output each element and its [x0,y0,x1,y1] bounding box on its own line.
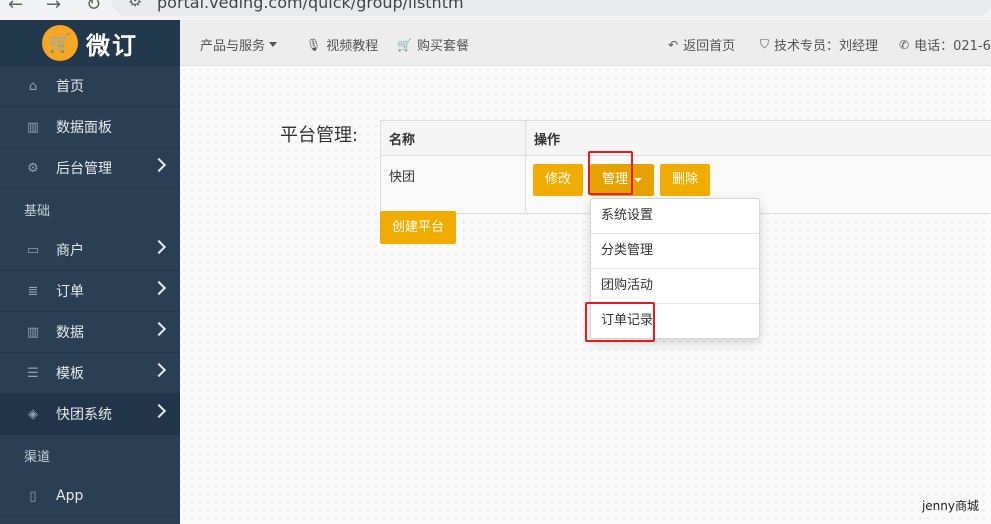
browser-address-bar: ← → ↻ ⚙ portal.veding.com/quick/group/li… [0,0,991,21]
watermark-text: jenny商城 [921,499,979,513]
list-icon: ≣ [27,283,39,299]
tablet-icon: ▯ [29,488,37,504]
sidebar-item-label: App [56,488,84,504]
sidebar-item-orders[interactable]: ≣ 订单 [0,271,180,312]
dropbox-icon: ◈ [28,406,38,422]
sidebar-item-label: 后台管理 [56,161,112,177]
gears-icon: ⚙ [27,160,39,176]
main-content: 平台管理: 名称 操作 快团 修改 管理 删除 创建平台 系统设置 分类管理 团… [180,66,991,524]
chevron-right-icon [151,403,167,419]
menu-item-group-buy-activities[interactable]: 团购活动 [591,269,759,304]
menu-item-system-settings[interactable]: 系统设置 [591,199,759,234]
site-info-icon[interactable]: ⚙ [128,0,142,10]
bar-chart-icon: ▥ [26,324,40,340]
sidebar: 🛒 微订 ⌂ 首页 ▥ 数据面板 ⚙ 后台管理 基础 ▭ 商户 ≣ 订单 ▥ 数… [0,20,180,524]
sidebar-item-label: 数据面板 [56,120,112,136]
chevron-right-icon [151,239,167,255]
reload-icon[interactable]: ↻ [86,0,101,15]
caret-down-icon [269,42,278,47]
sidebar-item-label: 快团系统 [56,407,112,423]
page-title: 平台管理: [280,125,359,146]
top-navbar: 产品与服务 🎙 视频教程 🛒 购买套餐 ↶ 返回首页 ⛉ 技术专员：刘经理 ✆ … [180,20,991,66]
chevron-right-icon [151,157,167,173]
delete-button[interactable]: 删除 [660,164,711,196]
platform-name-cell: 快团 [380,155,526,214]
tech-support-label: 技术专员：刘经理 [774,39,879,54]
sidebar-item-data[interactable]: ▥ 数据 [0,312,180,353]
bar-chart-icon: ▥ [26,119,40,135]
menu-item-category-management[interactable]: 分类管理 [591,234,759,269]
reply-arrow-icon: ↶ [668,37,679,52]
caret-down-icon [634,177,643,182]
create-platform-button[interactable]: 创建平台 [380,211,457,244]
home-icon: ⌂ [28,78,38,94]
chevron-right-icon [151,280,167,296]
sidebar-item-label: 商户 [56,243,84,259]
microphone-icon: 🎙 [306,37,322,52]
back-home-label: 返回首页 [683,39,736,54]
logo-text: 微订 [86,31,138,60]
sidebar-item-merchants[interactable]: ▭ 商户 [0,230,180,271]
tech-support-info: ⛉ 技术专员：刘经理 [760,35,878,54]
buy-package-link[interactable]: 🛒 购买套餐 [397,35,469,55]
back-arrow-icon[interactable]: ← [8,0,23,15]
logo-cart-icon: 🛒 [42,25,78,61]
shield-icon: ⛉ [760,37,770,51]
video-tutorials-link[interactable]: 🎙 视频教程 [306,35,379,55]
sidebar-item-group-buy-system[interactable]: ◈ 快团系统 [0,394,180,435]
sidebar-item-label: 模板 [56,366,84,382]
sidebar-item-label: 订单 [56,284,84,300]
back-home-link[interactable]: ↶ 返回首页 [668,35,736,55]
highlight-box-manage [588,151,633,195]
phone-info: ✆ 电话：021-6 [899,35,991,55]
sidebar-item-home[interactable]: ⌂ 首页 [0,66,180,107]
cart-icon: 🛒 [397,37,412,52]
products-menu[interactable]: 产品与服务 [200,35,278,54]
column-header-name: 名称 [380,120,526,156]
logo[interactable]: 🛒 微订 [0,20,180,66]
sidebar-item-templates[interactable]: ☰ 模板 [0,353,180,394]
sidebar-item-label: 首页 [56,79,84,95]
sidebar-item-dashboard[interactable]: ▥ 数据面板 [0,107,180,148]
buy-package-label: 购买套餐 [416,39,469,54]
edit-button[interactable]: 修改 [533,164,584,196]
sidebar-item-app[interactable]: ▯ App [0,476,180,517]
table-header-row: 名称 操作 [380,120,991,156]
products-menu-label: 产品与服务 [200,39,266,54]
chevron-right-icon [151,321,167,337]
sidebar-section-channels: 渠道 [24,450,51,465]
list-bullets-icon: ☰ [27,365,39,381]
sidebar-item-admin[interactable]: ⚙ 后台管理 [0,148,180,189]
phone-icon: ✆ [899,37,910,52]
forward-arrow-icon[interactable]: → [46,0,61,15]
chevron-right-icon [151,362,167,378]
laptop-icon: ▭ [26,242,40,258]
url-text[interactable]: portal.veding.com/quick/group/listhtm [157,0,464,12]
sidebar-section-basic: 基础 [24,204,51,219]
sidebar-item-label: 数据 [56,325,84,341]
highlight-box-order-records [585,302,655,342]
video-tutorials-label: 视频教程 [326,39,379,54]
phone-label: 电话：021-6 [914,39,991,54]
